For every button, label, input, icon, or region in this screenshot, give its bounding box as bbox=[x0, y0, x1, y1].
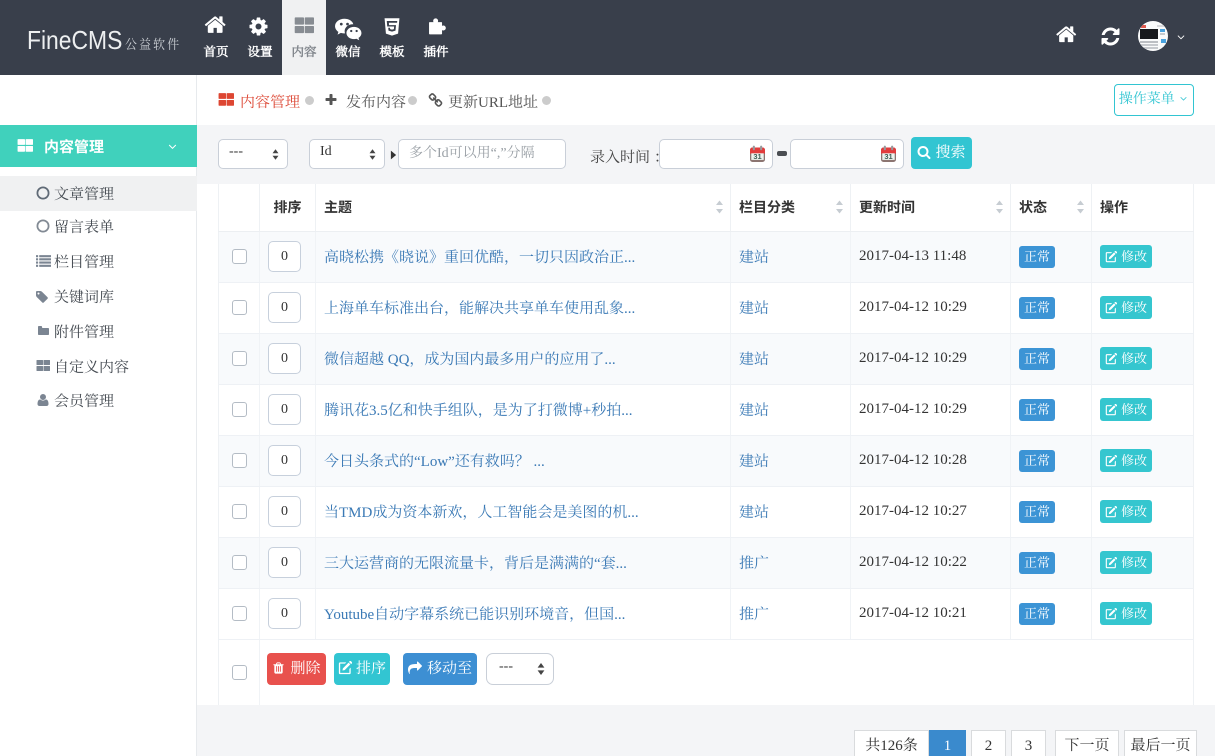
svg-text:31: 31 bbox=[884, 152, 892, 161]
svg-text:31: 31 bbox=[753, 152, 761, 161]
